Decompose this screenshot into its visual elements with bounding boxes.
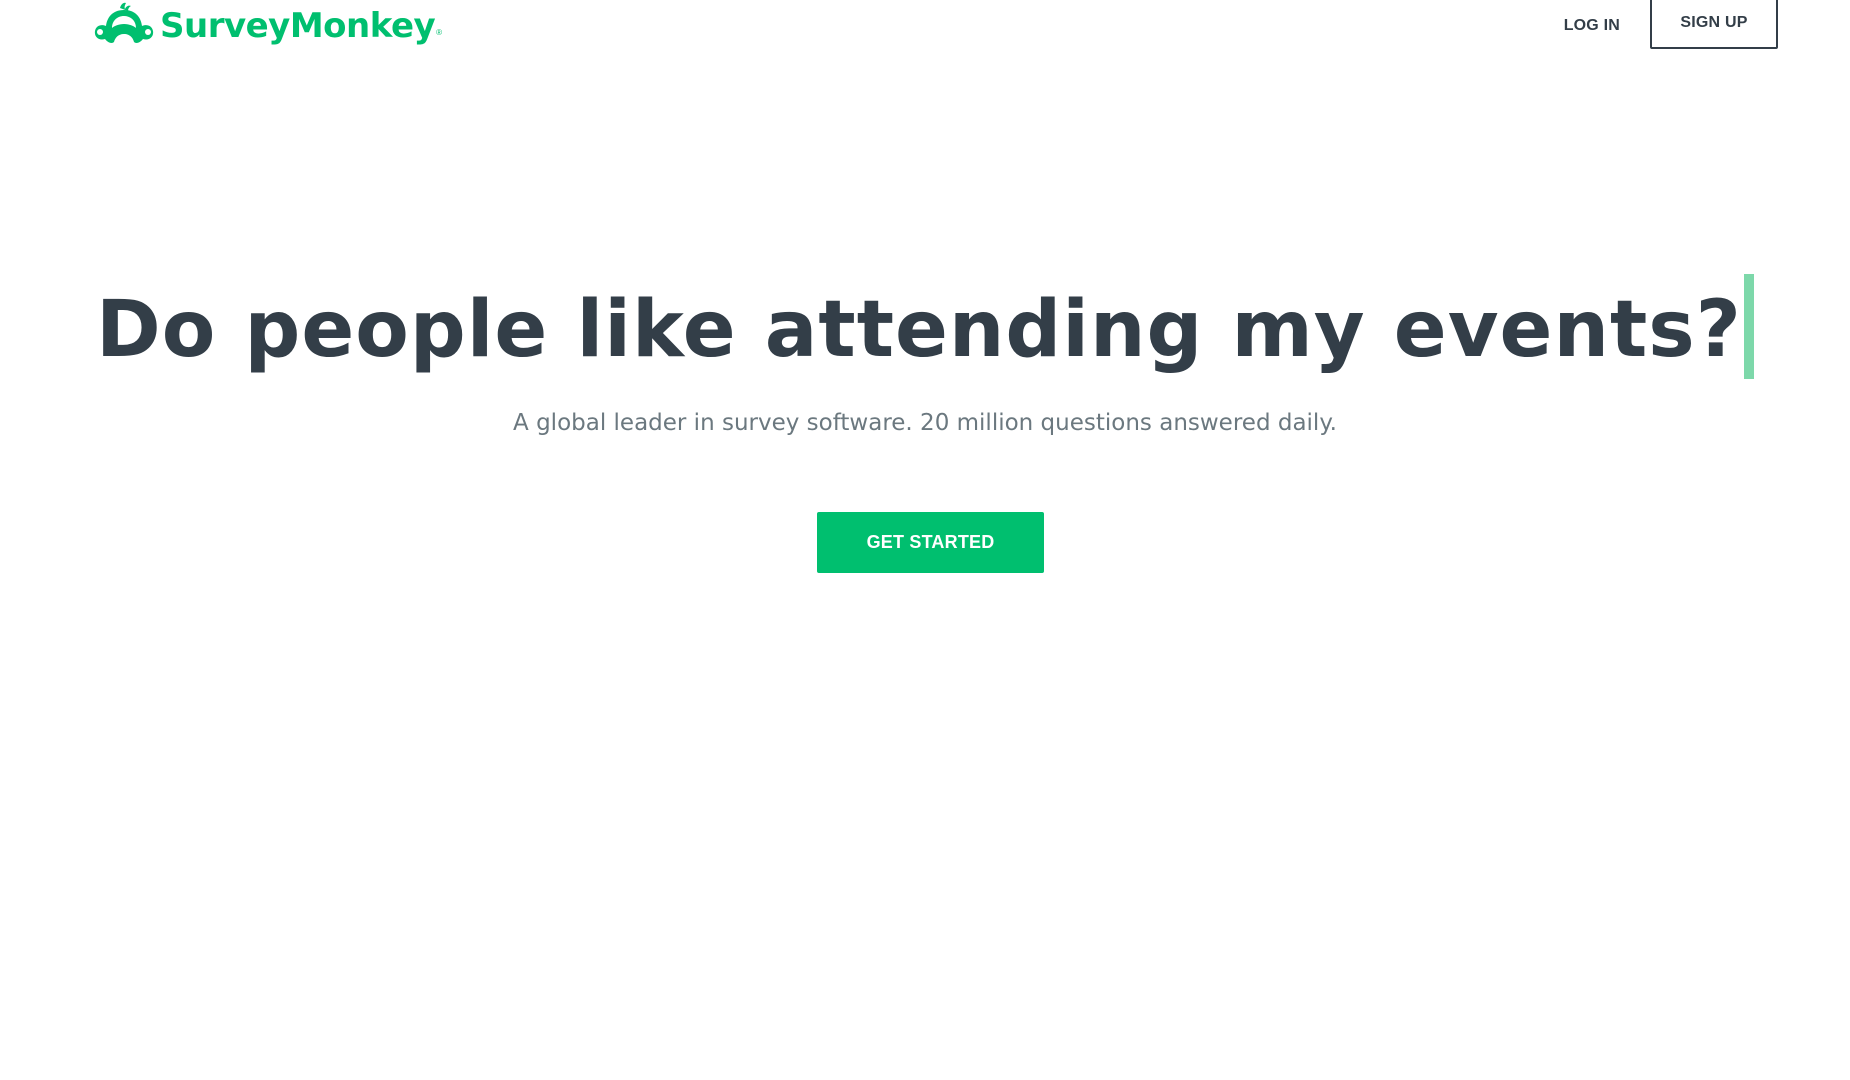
site-header: SurveyMonkey ® LOG IN SIGN UP [0, 0, 1850, 60]
hero-title: Do people like attending my events? [96, 285, 1742, 375]
header-nav: LOG IN SIGN UP [1564, 0, 1778, 52]
registered-mark: ® [436, 27, 443, 37]
get-started-button[interactable]: GET STARTED [817, 512, 1044, 573]
hero-title-container: Do people like attending my events? [0, 270, 1850, 390]
surveymonkey-logo[interactable]: SurveyMonkey ® [90, 0, 442, 52]
login-link[interactable]: LOG IN [1564, 17, 1620, 35]
hero-subtitle: A global leader in survey software. 20 m… [513, 410, 1337, 436]
surveymonkey-logo-icon [90, 2, 158, 50]
page: SurveyMonkey ® LOG IN SIGN UP Do people … [0, 0, 1850, 1080]
signup-button[interactable]: SIGN UP [1650, 0, 1778, 49]
typing-cursor [1743, 273, 1754, 379]
logo-wordmark: SurveyMonkey [160, 6, 436, 46]
